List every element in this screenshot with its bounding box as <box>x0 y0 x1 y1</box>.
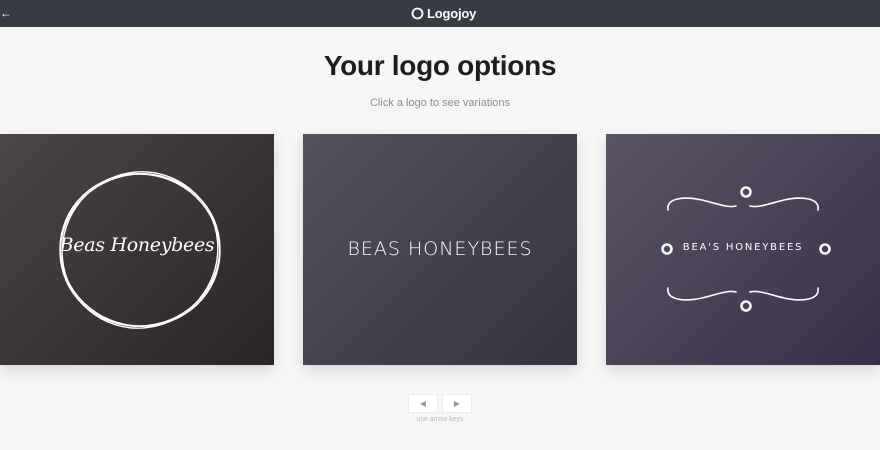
top-bar: ← Logojoy <box>0 0 880 27</box>
logo-3-text: BEA'S HONEYBEES <box>682 242 804 253</box>
arrow-left-icon[interactable]: ← <box>0 6 12 20</box>
prev-button[interactable]: ◀ <box>408 394 438 413</box>
logo-option-card-2[interactable]: BEAS HONEYBEES <box>303 134 577 365</box>
next-button[interactable]: ▶ <box>442 394 472 413</box>
brand-name: Logojoy <box>427 6 477 21</box>
ring-icon <box>411 7 424 20</box>
logo-option-card-1[interactable]: Beas Honeybees <box>0 134 274 365</box>
logo-option-card-3[interactable]: BEA'S HONEYBEES <box>606 134 880 365</box>
triangle-right-icon: ▶ <box>453 399 461 408</box>
arrow-keys-hint: use arrow keys <box>416 416 464 423</box>
brand-logo[interactable]: Logojoy <box>411 5 476 22</box>
logo-1-text: Beas Honeybees <box>59 234 215 256</box>
page-subtitle: Click a logo to see variations <box>369 97 510 109</box>
logo-2-text: BEAS HONEYBEES <box>347 238 533 260</box>
triangle-left-icon: ◀ <box>419 399 427 408</box>
page-title: Your logo options <box>323 50 557 81</box>
